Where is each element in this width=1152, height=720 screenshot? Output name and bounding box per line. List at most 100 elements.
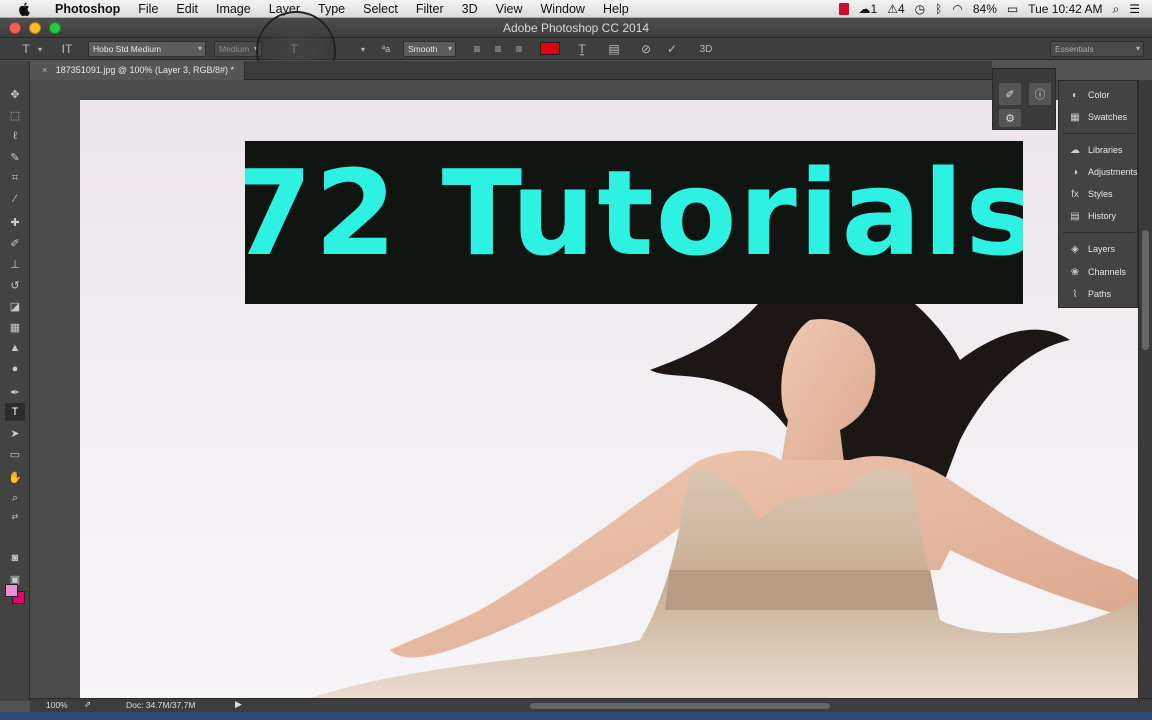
stamp-icon[interactable]: ⊥: [5, 255, 25, 273]
align-center-icon[interactable]: ≡: [490, 41, 506, 57]
notification-center-icon[interactable]: ☰: [1129, 2, 1140, 16]
close-document-icon[interactable]: ×: [42, 65, 47, 75]
panel-color-label: Color: [1088, 90, 1110, 100]
panel-color[interactable]: ◐ Color: [1059, 85, 1139, 105]
cancel-edits-icon[interactable]: ⊘: [638, 41, 654, 57]
notification-icon[interactable]: ⚠ 4: [887, 2, 904, 16]
panel-styles[interactable]: fx Styles: [1059, 184, 1139, 204]
panel-layers[interactable]: ◈ Layers: [1059, 239, 1139, 259]
type-icon[interactable]: T: [5, 403, 25, 421]
panel-adjustments[interactable]: ◑ Adjustments: [1059, 162, 1139, 182]
zoom-level[interactable]: 100%: [46, 700, 68, 710]
document-canvas[interactable]: 72 Tutorials: [80, 100, 1138, 698]
panel-channels[interactable]: ❀ Channels: [1059, 262, 1139, 282]
history-brush-icon[interactable]: ↺: [5, 276, 25, 294]
panel-libraries[interactable]: ☁ Libraries: [1059, 140, 1139, 160]
time-machine-icon[interactable]: ◷: [915, 2, 925, 16]
paths-icon: ⌇: [1072, 288, 1078, 300]
panel-divider: [1063, 133, 1135, 134]
brush-icon[interactable]: ✐: [5, 234, 25, 252]
character-panel-icon[interactable]: ▤: [606, 41, 622, 57]
window-title-bar: Adobe Photoshop CC 2014: [0, 18, 1152, 38]
wifi-icon[interactable]: ◠: [952, 2, 962, 16]
creative-cloud-icon[interactable]: ☁ 1: [859, 2, 878, 16]
menu-filter[interactable]: Filter: [407, 0, 453, 18]
text-orientation-icon[interactable]: IT: [58, 41, 76, 57]
libraries-icon: ☁: [1070, 144, 1080, 156]
panel-history[interactable]: ▤ History: [1059, 206, 1139, 226]
antialias-select[interactable]: Smooth: [403, 41, 456, 57]
type-tool-preset-icon[interactable]: T: [18, 41, 34, 57]
window-title: Adobe Photoshop CC 2014: [502, 20, 650, 35]
preset-dropdown-icon[interactable]: ▾: [36, 41, 44, 57]
shape-icon[interactable]: ▭: [5, 445, 25, 463]
crop-icon[interactable]: ⌗: [5, 169, 25, 187]
3d-text-icon[interactable]: 3D: [696, 41, 716, 57]
quick-select-icon[interactable]: ✎: [5, 148, 25, 166]
gradient-icon[interactable]: ▦: [5, 318, 25, 336]
lasso-icon[interactable]: ℓ: [5, 127, 25, 145]
font-size-dropdown-icon[interactable]: ▾: [358, 41, 368, 57]
menu-3d[interactable]: 3D: [453, 0, 487, 18]
swap-colors-icon[interactable]: ⇄: [5, 507, 25, 525]
menu-view[interactable]: View: [487, 0, 532, 18]
foreground-color-swatch[interactable]: [5, 584, 18, 597]
maximize-window-button[interactable]: [49, 22, 61, 34]
text-layer-box[interactable]: 72 Tutorials: [245, 141, 1023, 304]
text-color-swatch[interactable]: [540, 42, 560, 55]
hand-icon[interactable]: ✋: [5, 468, 25, 486]
workspace-select[interactable]: Essentials: [1050, 41, 1144, 57]
status-bar: 100% ⇗ Doc: 34.7M/37.7M ▶: [30, 698, 1152, 712]
history-brush-source-icon[interactable]: ✐: [999, 83, 1021, 105]
headline-text[interactable]: 72 Tutorials: [245, 141, 1023, 286]
font-family-select[interactable]: Hobo Std Medium: [88, 41, 206, 57]
vertical-scrollbar[interactable]: [1138, 80, 1152, 698]
panel-swatches[interactable]: ▦ Swatches: [1059, 107, 1139, 127]
canvas-area[interactable]: 72 Tutorials: [30, 80, 1138, 698]
menu-layer[interactable]: Layer: [260, 0, 309, 18]
blur-icon[interactable]: ▲: [5, 339, 25, 357]
dodge-icon[interactable]: ●: [5, 360, 25, 378]
menu-app-photoshop[interactable]: Photoshop: [46, 0, 129, 18]
move-icon[interactable]: ✥: [5, 85, 25, 103]
menu-select[interactable]: Select: [354, 0, 407, 18]
panel-swatches-label: Swatches: [1088, 112, 1128, 122]
battery-icon: ▭: [1006, 2, 1019, 16]
properties-icon[interactable]: ⚙: [999, 109, 1021, 127]
close-window-button[interactable]: [9, 22, 21, 34]
document-tab[interactable]: × 187351091.jpg @ 100% (Layer 3, RGB/8#)…: [30, 61, 246, 80]
commit-edits-icon[interactable]: ✓: [664, 41, 680, 57]
font-style-select[interactable]: Medium: [214, 41, 262, 57]
horizontal-scroll-thumb[interactable]: [530, 703, 830, 709]
export-icon[interactable]: ⇗: [84, 699, 91, 710]
quick-mask-icon[interactable]: ◙: [5, 549, 25, 567]
menu-file[interactable]: File: [129, 0, 167, 18]
warp-text-icon[interactable]: T̰: [574, 41, 590, 57]
apple-menu-icon[interactable]: [16, 2, 32, 16]
menu-type[interactable]: Type: [309, 0, 354, 18]
align-right-icon[interactable]: ≡: [511, 41, 527, 57]
bluetooth-icon[interactable]: ᛒ: [935, 2, 942, 16]
path-select-icon[interactable]: ➤: [5, 424, 25, 442]
vertical-scroll-thumb[interactable]: [1142, 230, 1149, 350]
zoom-icon[interactable]: ⌕: [5, 489, 25, 507]
align-left-icon[interactable]: ≡: [469, 41, 485, 57]
battery-percent[interactable]: 84%: [973, 2, 997, 16]
marquee-icon[interactable]: ⬚: [5, 106, 25, 124]
clock[interactable]: Tue 10:42 AM: [1028, 2, 1102, 16]
status-menu-arrow-icon[interactable]: ▶: [235, 699, 242, 710]
panel-paths[interactable]: ⌇ Paths: [1059, 284, 1139, 304]
minimize-window-button[interactable]: [29, 22, 41, 34]
pen-icon[interactable]: ✒: [5, 383, 25, 401]
recording-icon[interactable]: [838, 3, 849, 15]
menu-image[interactable]: Image: [207, 0, 260, 18]
info-icon[interactable]: ⓘ: [1029, 83, 1051, 105]
menu-help[interactable]: Help: [594, 0, 638, 18]
healing-icon[interactable]: ✚: [5, 213, 25, 231]
spotlight-search-icon[interactable]: ⌕: [1113, 2, 1120, 17]
menu-edit[interactable]: Edit: [167, 0, 207, 18]
eyedropper-icon[interactable]: ⁄: [5, 190, 25, 208]
document-size: Doc: 34.7M/37.7M: [126, 700, 196, 710]
menu-window[interactable]: Window: [532, 0, 594, 18]
eraser-icon[interactable]: ◪: [5, 297, 25, 315]
